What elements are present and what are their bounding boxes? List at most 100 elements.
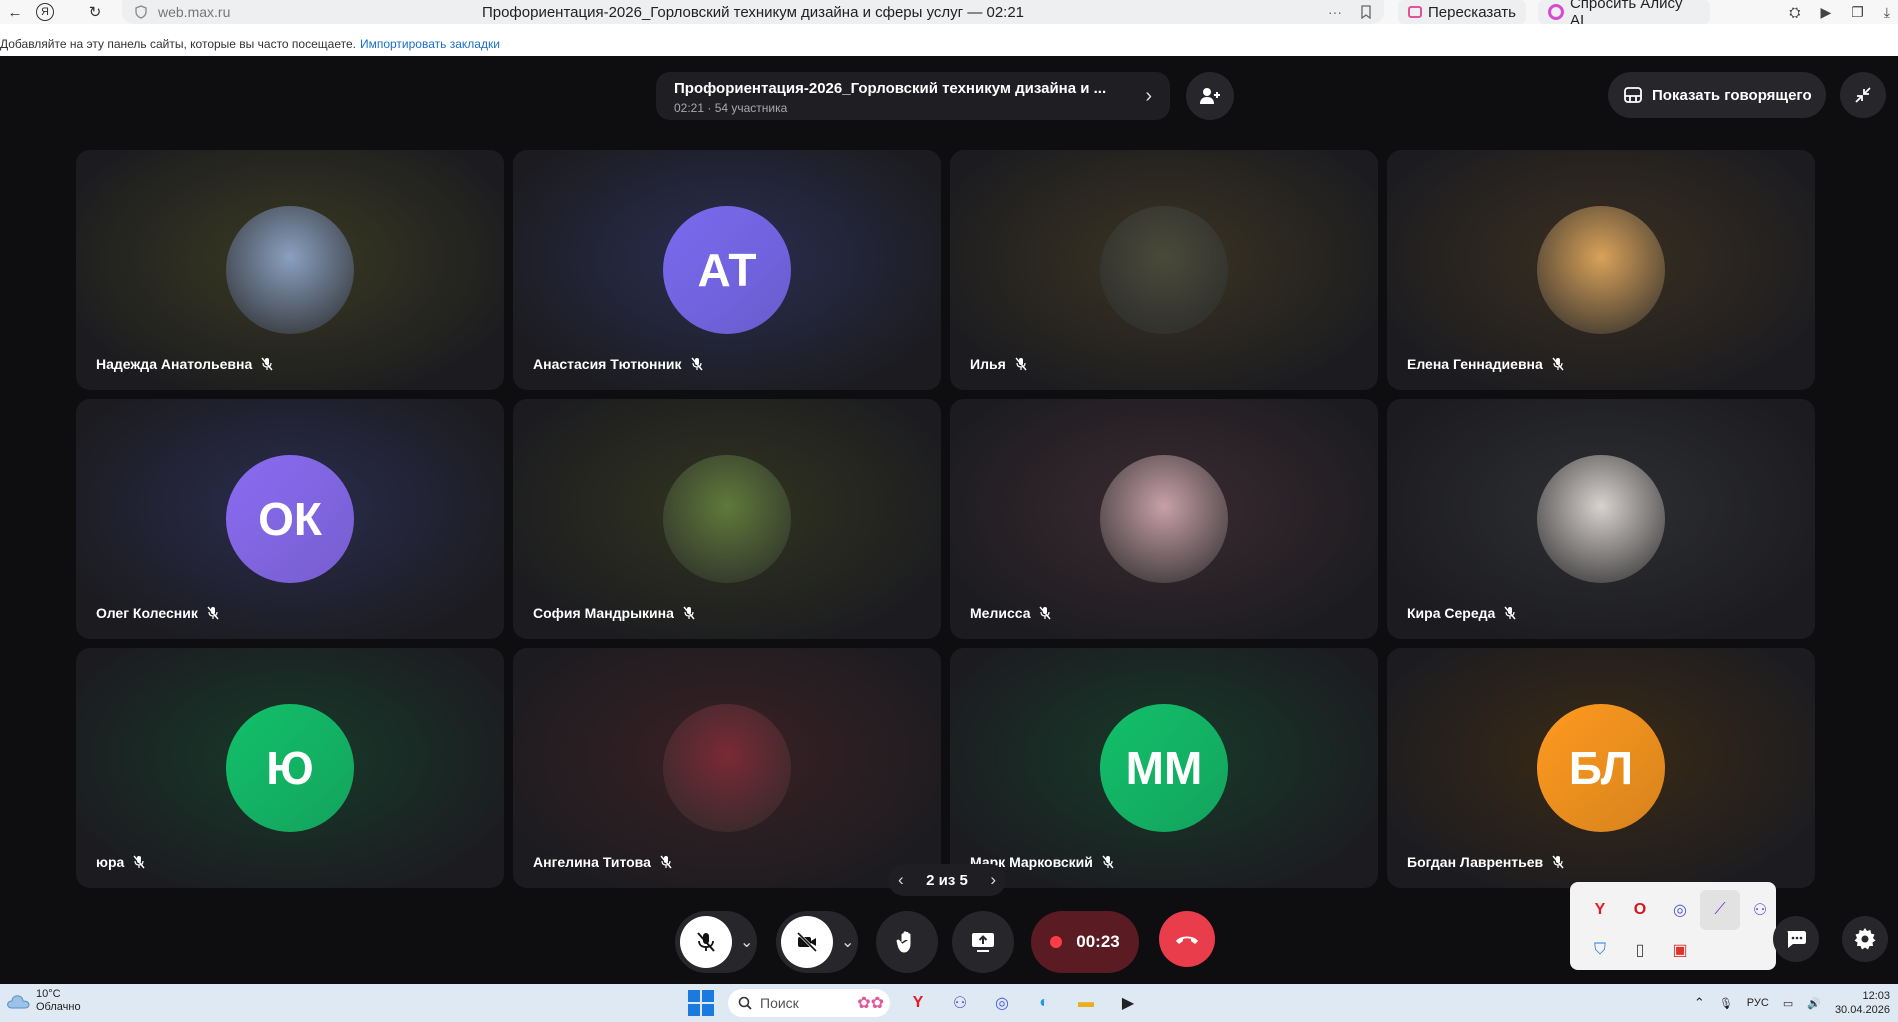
participant-tile[interactable]: БЛ Богдан Лаврентьев xyxy=(1387,648,1815,888)
mic-off-icon xyxy=(683,606,695,620)
ask-alice-button[interactable]: Спросить Алису AI xyxy=(1538,0,1710,29)
raise-hand-button[interactable] xyxy=(876,911,938,973)
alice-icon xyxy=(1548,4,1564,20)
mute-button[interactable] xyxy=(680,916,732,968)
settings-button[interactable] xyxy=(1842,916,1888,962)
back-button[interactable]: ← xyxy=(0,0,30,24)
record-dot-icon xyxy=(1050,936,1063,948)
camera-toggle-button[interactable] xyxy=(781,916,833,968)
participant-name: Елена Геннадиевна xyxy=(1407,356,1543,372)
participant-name-row: Кира Середа xyxy=(1407,605,1517,621)
mic-off-icon xyxy=(660,855,672,869)
reload-button[interactable]: ↻ xyxy=(80,0,110,24)
participant-tile[interactable]: Илья xyxy=(950,150,1378,390)
media-player-icon[interactable]: ▶ xyxy=(1114,989,1142,1017)
participant-tile[interactable]: Елена Геннадиевна xyxy=(1387,150,1815,390)
mic-options-chevron-icon[interactable]: ⌄ xyxy=(740,932,753,952)
layout-icon xyxy=(1624,87,1642,103)
start-button[interactable] xyxy=(688,990,714,1016)
retell-button[interactable]: Пересказать xyxy=(1398,0,1526,24)
tulips-icon: ✿✿ xyxy=(857,995,884,1012)
avatar-initials: ММ xyxy=(1125,742,1203,794)
participant-tile[interactable]: Надежда Анатольевна xyxy=(76,150,504,390)
yandex-home-button[interactable]: Я xyxy=(30,0,60,24)
participant-tile[interactable]: ММ Марк Марковский xyxy=(950,648,1378,888)
participant-name-row: юра xyxy=(96,854,146,870)
participant-tile[interactable]: ОК Олег Колесник xyxy=(76,399,504,639)
security-tray-icon[interactable]: ⛉ xyxy=(1580,930,1620,970)
extension-icon[interactable]: ⛭ xyxy=(1789,4,1800,21)
show-hidden-icons-chevron-icon[interactable]: ⌃ xyxy=(1694,995,1705,1011)
participant-name: Илья xyxy=(970,356,1006,372)
more-menu-button[interactable]: ··· xyxy=(1328,4,1342,20)
yandex-tray-icon[interactable]: Y xyxy=(1580,890,1620,930)
avatar xyxy=(1537,455,1665,583)
participant-tile[interactable]: София Мандрыкина xyxy=(513,399,941,639)
microphone-control: ⌄ xyxy=(675,911,757,973)
volume-icon[interactable]: 🔊 xyxy=(1807,997,1821,1010)
network-icon[interactable]: ▭ xyxy=(1783,997,1793,1010)
pen-tray-icon[interactable]: ⟋ xyxy=(1700,890,1740,930)
anydesk-tray-icon[interactable]: ▣ xyxy=(1660,930,1700,970)
downloads-icon[interactable]: ⤓ xyxy=(1884,4,1890,21)
participant-tile[interactable]: Ангелина Титова xyxy=(513,648,941,888)
avatar xyxy=(1100,455,1228,583)
weather-temp: 10°C xyxy=(36,988,61,1000)
mic-off-icon xyxy=(133,855,145,869)
teams-tray-icon[interactable]: ⚇ xyxy=(1740,890,1780,930)
screen-share-icon xyxy=(972,933,994,952)
mic-off-icon xyxy=(1552,855,1564,869)
participant-name-row: Богдан Лаврентьев xyxy=(1407,854,1565,870)
prev-page-button[interactable]: ‹ xyxy=(898,870,904,890)
add-participant-button[interactable] xyxy=(1186,72,1234,120)
show-speaker-button[interactable]: Показать говорящего xyxy=(1608,72,1826,118)
chevron-right-icon: › xyxy=(1145,85,1152,107)
bookmark-icon[interactable] xyxy=(1360,5,1372,19)
import-bookmarks-link[interactable]: Импортировать закладки xyxy=(360,37,500,51)
mic-off-icon xyxy=(1504,606,1516,620)
collapse-button[interactable] xyxy=(1840,72,1886,118)
usb-tray-icon[interactable]: ▯ xyxy=(1620,930,1660,970)
participant-name: Мелисса xyxy=(970,605,1031,621)
avatar xyxy=(1100,206,1228,334)
participant-tile[interactable]: Кира Середа xyxy=(1387,399,1815,639)
participant-name: Анастасия Тютюнник xyxy=(533,356,682,372)
camera-options-chevron-icon[interactable]: ⌄ xyxy=(841,932,854,952)
chat-button[interactable] xyxy=(1773,916,1819,962)
mic-off-icon xyxy=(691,357,703,371)
app-tray-icon[interactable]: ◎ xyxy=(1660,890,1700,930)
max-app-icon[interactable]: ◎ xyxy=(988,989,1016,1017)
avatar: ММ xyxy=(1100,704,1228,832)
participant-tile[interactable]: Мелисса xyxy=(950,399,1378,639)
address-bar[interactable]: web.max.ru Профориентация-2026_Горловски… xyxy=(122,0,1384,24)
hand-icon xyxy=(896,931,911,953)
collections-icon[interactable]: ❐ xyxy=(1851,4,1864,21)
participant-tile[interactable]: Ююра xyxy=(76,648,504,888)
bookmarks-hint: Добавляйте на эту панель сайты, которые … xyxy=(0,37,356,51)
taskbar-apps: Поиск ✿✿ Y ⚇ ◎ ◐ ▬ ▶ xyxy=(688,988,1142,1018)
taskbar-search[interactable]: Поиск ✿✿ xyxy=(728,989,890,1017)
language-indicator[interactable]: РУС xyxy=(1747,997,1769,1009)
weather-condition: Облачно xyxy=(36,1001,81,1013)
yandex-browser-icon[interactable]: Y xyxy=(904,989,932,1017)
share-screen-button[interactable] xyxy=(952,911,1014,973)
teams-icon[interactable]: ⚇ xyxy=(946,989,974,1017)
end-call-button[interactable] xyxy=(1159,911,1215,967)
call-title: Профориентация-2026_Горловский техникум … xyxy=(674,80,1107,97)
participant-tile[interactable]: АТ Анастасия Тютюнник xyxy=(513,150,941,390)
participant-name-row: Надежда Анатольевна xyxy=(96,356,274,372)
media-icon[interactable]: ▶ xyxy=(1820,4,1831,21)
next-page-button[interactable]: › xyxy=(990,870,996,890)
retell-label: Пересказать xyxy=(1428,3,1516,21)
call-info-button[interactable]: Профориентация-2026_Горловский техникум … xyxy=(656,72,1170,120)
weather-widget[interactable]: 10°C Облачно xyxy=(6,988,81,1014)
microphone-icon[interactable]: 🎙 xyxy=(1719,997,1733,1010)
edge-icon[interactable]: ◐ xyxy=(1030,989,1058,1017)
participant-name: Богдан Лаврентьев xyxy=(1407,854,1544,870)
search-placeholder: Поиск xyxy=(760,995,799,1011)
chat-icon xyxy=(1787,931,1806,948)
clock[interactable]: 12:03 30.04.2026 xyxy=(1835,989,1890,1017)
file-explorer-icon[interactable]: ▬ xyxy=(1072,989,1100,1017)
opera-tray-icon[interactable]: O xyxy=(1620,890,1660,930)
recording-indicator[interactable]: 00:23 xyxy=(1031,911,1139,973)
